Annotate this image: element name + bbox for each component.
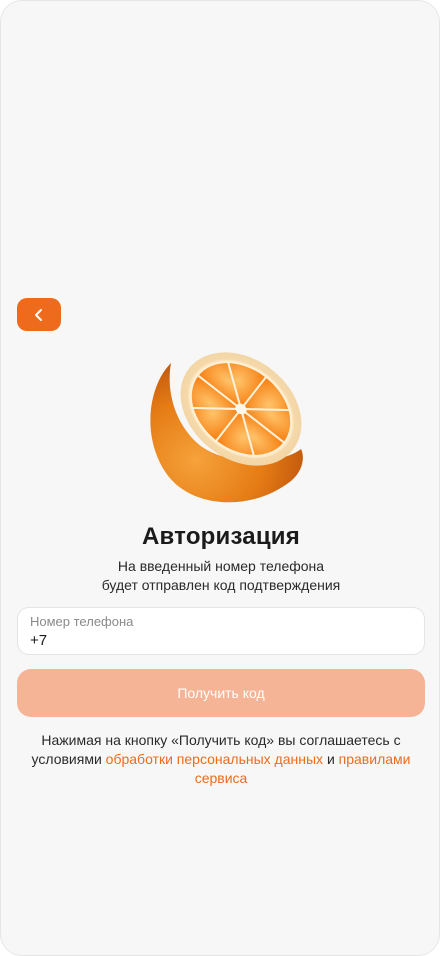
page-subtitle: На введенный номер телефона будет отправ… (1, 557, 439, 595)
app-screen: Авторизация На введенный номер телефона … (0, 0, 440, 956)
agreement-text: Нажимая на кнопку «Получить код» вы согл… (17, 731, 425, 788)
back-button[interactable] (17, 298, 61, 331)
subtitle-line-2: будет отправлен код подтверждения (101, 577, 341, 593)
subtitle-line-1: На введенный номер телефона (117, 558, 325, 574)
phone-input[interactable] (30, 632, 410, 649)
chevron-left-icon (33, 308, 45, 322)
phone-label: Номер телефона (30, 614, 134, 629)
page-title: Авторизация (142, 523, 300, 550)
agreement-prefix: условиями (31, 751, 102, 767)
get-code-button[interactable]: Получить код (17, 669, 425, 717)
privacy-policy-link[interactable]: обработки персональных данных (106, 751, 323, 767)
agreement-line-1: Нажимая на кнопку «Получить код» вы согл… (41, 732, 401, 748)
agreement-and: и (326, 751, 335, 767)
orange-slice-illustration (141, 345, 305, 507)
phone-field[interactable]: Номер телефона (17, 607, 425, 655)
